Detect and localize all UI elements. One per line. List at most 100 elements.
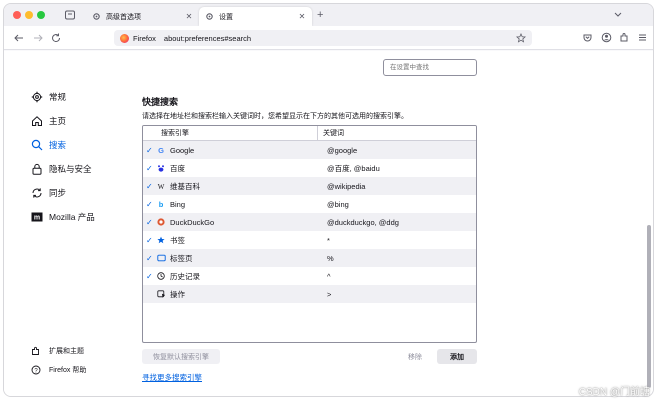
pocket-icon[interactable] <box>582 32 593 43</box>
sidebar-footer-label: Firefox 帮助 <box>49 367 87 374</box>
tab-icon <box>154 254 168 262</box>
sidebar-item-sync[interactable]: 同步 <box>31 186 66 200</box>
watermark: CSDN @门前塘 <box>578 387 650 398</box>
engine-name: Google <box>170 145 195 155</box>
table-row[interactable]: ✓ 标签页% <box>143 249 476 267</box>
forward-arrow-icon[interactable] <box>32 32 44 44</box>
scrollbar[interactable] <box>647 225 651 388</box>
sidebar-item-privacy[interactable]: 隐私与安全 <box>31 162 92 176</box>
gear-icon <box>31 91 43 103</box>
search-engine-table[interactable]: 搜索引擎 关键词 ✓ G Google @google ✓ 百度 @百度, @baidu ✓ W… <box>142 125 477 343</box>
checkbox[interactable]: ✓ <box>143 272 154 281</box>
checkbox[interactable]: ✓ <box>143 200 154 209</box>
engine-keyword[interactable]: > <box>327 290 331 299</box>
zoom-window-button[interactable] <box>37 11 45 19</box>
engine-name: 标签页 <box>170 253 193 263</box>
table-row[interactable]: ✓ W 维基百科 @wikipedia <box>143 177 476 195</box>
firefox-logo-icon <box>120 33 129 43</box>
table-row[interactable]: ✓ 历史记录 ^ <box>143 267 476 285</box>
column-header-keyword[interactable]: 关键词 <box>318 128 344 138</box>
table-row[interactable]: ✓ b Bing @bing <box>143 195 476 213</box>
chevron-down-icon[interactable] <box>613 9 623 19</box>
checkbox[interactable]: ✓ <box>143 236 154 245</box>
checkbox[interactable]: ✓ <box>143 218 154 227</box>
table-row[interactable]: ✓ 书签 * <box>143 231 476 249</box>
engine-name: 历史记录 <box>170 271 200 281</box>
svg-text:W: W <box>158 183 165 190</box>
new-tab-button[interactable]: + <box>317 9 323 21</box>
engine-keyword[interactable]: @百度, @baidu <box>327 163 380 174</box>
url-text[interactable]: about:preferences#search <box>164 34 251 43</box>
checkbox[interactable]: ✓ <box>143 146 154 155</box>
engine-name: 操作 <box>170 289 185 299</box>
baidu-icon <box>154 164 168 172</box>
add-engine-button[interactable]: 添加 <box>437 349 477 364</box>
sidebar-footer-extensions[interactable]: 扩展和主题 <box>31 345 84 357</box>
home-icon <box>31 115 43 127</box>
checkbox[interactable]: ✓ <box>143 164 154 173</box>
table-row[interactable]: 操作 > <box>143 285 476 303</box>
table-row[interactable]: ✓ G Google @google <box>143 141 476 159</box>
preferences-sidebar: 常规 主页 搜索 隐私与安全 同步 m Mozilla 产品 扩展和主题 ? F… <box>4 51 134 396</box>
engine-keyword[interactable]: ^ <box>327 272 331 281</box>
section-description: 请选择在地址栏和搜索栏输入关键词时，您希望显示在下方的其他可选用的搜索引擎。 <box>142 113 408 120</box>
engine-keyword[interactable]: @wikipedia <box>327 182 365 191</box>
preferences-content: 常规 主页 搜索 隐私与安全 同步 m Mozilla 产品 <box>4 51 653 396</box>
checkbox[interactable]: ✓ <box>143 182 154 191</box>
close-icon[interactable]: ✕ <box>185 12 193 21</box>
sidebar-footer-label: 扩展和主题 <box>49 348 84 355</box>
tab-label: 高级首选项 <box>106 13 141 21</box>
sidebar-item-label: 搜索 <box>49 140 67 150</box>
gear-icon <box>93 13 100 20</box>
search-icon <box>31 139 43 151</box>
reload-icon[interactable] <box>50 32 62 44</box>
menu-icon[interactable] <box>637 32 648 43</box>
checkbox[interactable]: ✓ <box>143 254 154 263</box>
engine-keyword[interactable]: * <box>327 236 330 245</box>
table-header: 搜索引擎 关键词 <box>143 126 476 141</box>
section-title: 快捷搜索 <box>142 97 179 107</box>
sidebar-item-search[interactable]: 搜索 <box>31 138 66 152</box>
bookmark-star-icon[interactable] <box>516 33 526 43</box>
engine-name: 维基百科 <box>170 181 200 191</box>
find-more-engines-link[interactable]: 寻找更多搜索引擎 <box>142 372 202 383</box>
restore-default-engines-button[interactable]: 恢复默认搜索引擎 <box>142 349 220 364</box>
firefox-view-icon[interactable] <box>64 9 76 21</box>
engine-keyword[interactable]: @duckduckgo, @ddg <box>327 218 399 227</box>
engine-name: DuckDuckGo <box>170 217 215 227</box>
duckduckgo-icon <box>154 218 168 226</box>
column-header-engine[interactable]: 搜索引擎 <box>143 126 318 140</box>
sidebar-item-label: Mozilla 产品 <box>49 212 95 222</box>
svg-text:b: b <box>159 200 164 208</box>
sidebar-item-home[interactable]: 主页 <box>31 114 66 128</box>
table-row[interactable]: ✓ 百度 @百度, @baidu <box>143 159 476 177</box>
remove-engine-button[interactable]: 移除 <box>395 349 435 364</box>
actions-icon <box>154 290 168 298</box>
engine-keyword[interactable]: % <box>327 254 334 263</box>
close-icon[interactable]: ✕ <box>298 12 306 21</box>
sidebar-item-mozilla-products[interactable]: m Mozilla 产品 <box>31 210 95 224</box>
tab-strip: 高级首选项 ✕ 设置 ✕ + <box>4 4 653 26</box>
address-bar[interactable]: Firefox about:preferences#search <box>114 30 532 46</box>
extensions-icon[interactable] <box>619 32 630 43</box>
back-arrow-icon[interactable] <box>13 32 25 44</box>
close-window-button[interactable] <box>13 11 21 19</box>
help-icon: ? <box>31 365 41 375</box>
lock-icon <box>31 163 43 175</box>
sidebar-item-label: 常规 <box>49 92 67 102</box>
tab-settings[interactable]: 设置 ✕ <box>199 7 312 26</box>
sidebar-footer-help[interactable]: ? Firefox 帮助 <box>31 364 86 376</box>
minimize-window-button[interactable] <box>25 11 33 19</box>
account-icon[interactable] <box>601 32 612 43</box>
engine-name: 书签 <box>170 235 185 245</box>
tab-label: 设置 <box>219 13 233 21</box>
engine-keyword[interactable]: @google <box>327 146 357 155</box>
engine-name: 百度 <box>170 163 185 173</box>
table-row[interactable]: ✓ DuckDuckGo @duckduckgo, @ddg <box>143 213 476 231</box>
tab-advanced-preferences[interactable]: 高级首选项 ✕ <box>86 7 199 26</box>
browser-window: 高级首选项 ✕ 设置 ✕ + Firefox about:preferences… <box>3 3 654 397</box>
sidebar-item-general[interactable]: 常规 <box>31 90 66 104</box>
sidebar-item-label: 隐私与安全 <box>49 164 92 174</box>
engine-keyword[interactable]: @bing <box>327 200 349 209</box>
search-preferences-input[interactable] <box>383 59 477 76</box>
